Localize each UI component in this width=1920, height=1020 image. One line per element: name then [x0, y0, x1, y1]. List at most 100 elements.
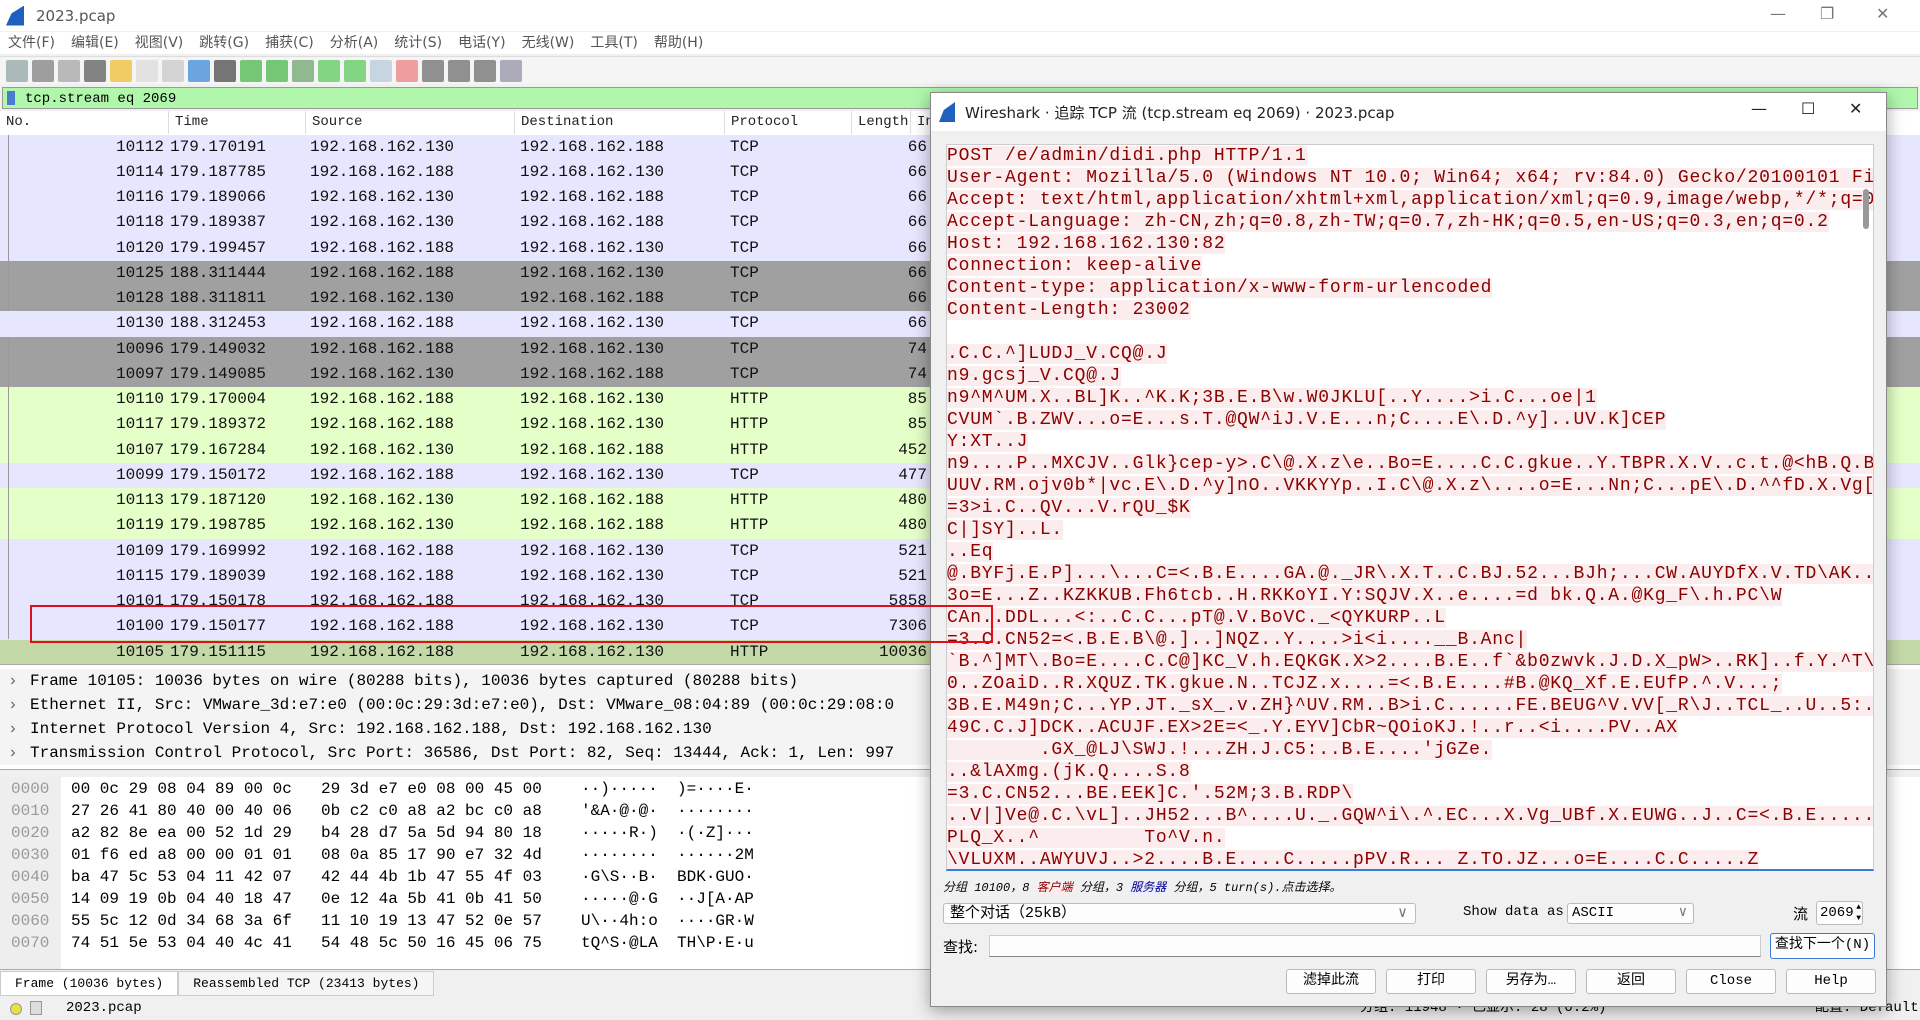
hex-bytes[interactable]: 00 0c 29 08 04 89 00 0c	[71, 778, 292, 800]
hex-bytes[interactable]: 08 0a 85 17 90 e7 32 4d	[321, 844, 542, 866]
cell-src: 192.168.162.130	[310, 213, 455, 232]
column-header-time[interactable]: Time	[169, 111, 306, 134]
hex-ascii[interactable]: '&A·@·@· ········	[581, 800, 754, 822]
hex-bytes[interactable]: 11 10 19 13 47 52 0e 57	[321, 910, 542, 932]
resize-columns-icon[interactable]	[500, 59, 522, 82]
hex-bytes[interactable]: 0b c2 c0 a8 a2 bc c0 a8	[321, 800, 542, 822]
dialog-close-button[interactable]: ✕	[1849, 99, 1862, 118]
expert-info-icon[interactable]	[10, 1003, 22, 1015]
menu-item[interactable]: 跳转(G)	[191, 32, 257, 54]
dialog-button-save-as[interactable]: 另存为…	[1486, 969, 1576, 994]
hex-bytes[interactable]: ba 47 5c 53 04 11 42 07	[71, 866, 292, 888]
column-header-no[interactable]: No.	[0, 111, 169, 134]
stream-content[interactable]: POST /e/admin/didi.php HTTP/1.1 User-Agen…	[946, 144, 1874, 871]
hex-bytes[interactable]: 27 26 41 80 40 00 40 06	[71, 800, 292, 822]
conversation-select[interactable]: 整个对话（25kB） ∨	[943, 903, 1416, 924]
menu-item[interactable]: 电话(Y)	[450, 32, 513, 54]
shark-start-icon[interactable]	[6, 59, 28, 82]
show-data-select[interactable]: ASCII ∨	[1567, 903, 1694, 924]
hex-bytes[interactable]: 29 3d e7 e0 08 00 45 00	[321, 778, 542, 800]
cell-time: 179.189039	[170, 566, 267, 585]
hex-bytes[interactable]: 74 51 5e 53 04 40 4c 41	[71, 932, 292, 954]
close-button[interactable]: ✕	[1876, 4, 1889, 23]
hex-bytes[interactable]: a2 82 8e ea 00 52 1d 29	[71, 822, 292, 844]
hex-ascii[interactable]: tQ^S·@LA TH\P·E·u	[581, 932, 754, 954]
find-icon[interactable]	[214, 59, 236, 82]
reload-icon[interactable]	[188, 59, 210, 82]
menu-item[interactable]: 无线(W)	[514, 32, 583, 54]
zoom-in-icon[interactable]	[422, 59, 444, 82]
cell-dst: 192.168.162.188	[520, 440, 665, 459]
back-arrow-icon[interactable]	[240, 59, 262, 82]
hex-bytes[interactable]: 01 f6 ed a8 00 00 01 01	[71, 844, 292, 866]
autoscroll-icon[interactable]	[370, 59, 392, 82]
column-header-length[interactable]: Length	[852, 111, 911, 134]
save-file-icon[interactable]	[136, 59, 158, 82]
hex-bytes[interactable]: 14 09 19 0b 04 40 18 47	[71, 888, 292, 910]
options-gear-icon[interactable]	[84, 59, 106, 82]
bookmark-icon[interactable]	[7, 91, 15, 105]
hex-ascii[interactable]: ·····R·) ·(·Z]···	[581, 822, 754, 844]
dialog-button-close[interactable]: Close	[1686, 969, 1776, 994]
menu-item[interactable]: 文件(F)	[0, 32, 63, 54]
menu-item[interactable]: 帮助(H)	[646, 32, 711, 54]
restart-icon[interactable]	[58, 59, 80, 82]
column-header-protocol[interactable]: Protocol	[725, 111, 852, 134]
find-next-button[interactable]: 查找下一个(N)	[1770, 933, 1875, 959]
column-header-source[interactable]: Source	[306, 111, 515, 134]
menu-item[interactable]: 分析(A)	[322, 32, 387, 54]
expand-chevron-icon[interactable]: ›	[8, 741, 18, 765]
minimize-button[interactable]: —	[1770, 4, 1786, 23]
first-packet-icon[interactable]	[318, 59, 340, 82]
find-input[interactable]	[989, 935, 1761, 957]
spinner-arrows-icon[interactable]: ▲ ▼	[1856, 902, 1861, 924]
dialog-button-print[interactable]: 打印	[1386, 969, 1476, 994]
hex-ascii[interactable]: ·····@·G ··J[A·AP	[581, 888, 754, 910]
column-header-destination[interactable]: Destination	[515, 111, 725, 134]
cell-src: 192.168.162.188	[310, 415, 455, 434]
dialog-maximize-button[interactable]: ☐	[1801, 99, 1815, 118]
capture-comment-icon[interactable]	[30, 1001, 42, 1015]
menu-item[interactable]: 统计(S)	[386, 32, 450, 54]
expand-chevron-icon[interactable]: ›	[8, 717, 18, 741]
hex-bytes[interactable]: 55 5c 12 0d 34 68 3a 6f	[71, 910, 292, 932]
last-packet-icon[interactable]	[344, 59, 366, 82]
cell-proto: TCP	[730, 162, 759, 181]
hex-bytes[interactable]: b4 28 d7 5a 5d 94 80 18	[321, 822, 542, 844]
dialog-button-filter-out[interactable]: 滤掉此流	[1286, 969, 1376, 994]
hex-bytes[interactable]: 42 44 4b 1b 47 55 4f 03	[321, 866, 542, 888]
tab-frame[interactable]: Frame (10036 bytes)	[0, 971, 179, 996]
close-file-icon[interactable]	[162, 59, 184, 82]
hex-ascii[interactable]: U\··4h:o ····GR·W	[581, 910, 754, 932]
hex-bytes[interactable]: 0e 12 4a 5b 41 0b 41 50	[321, 888, 542, 910]
stream-number-spinner[interactable]: 2069 ▲ ▼	[1816, 901, 1863, 925]
stop-icon[interactable]	[32, 59, 54, 82]
hex-ascii[interactable]: ··)····· )=····E·	[581, 778, 754, 800]
zoom-out-icon[interactable]	[448, 59, 470, 82]
menu-item[interactable]: 编辑(E)	[63, 32, 127, 54]
cell-len: 66	[907, 162, 927, 181]
dialog-button-back[interactable]: 返回	[1586, 969, 1676, 994]
client-text: Accept: text/html,application/xhtml+xml,…	[947, 190, 1873, 210]
menu-item[interactable]: 捕获(C)	[257, 32, 322, 54]
dialog-button-help[interactable]: Help	[1786, 969, 1876, 994]
goto-packet-icon[interactable]	[292, 59, 314, 82]
find-label: 查找:	[943, 938, 979, 956]
hex-bytes[interactable]: 54 48 5c 50 16 45 06 75	[321, 932, 542, 954]
expand-chevron-icon[interactable]: ›	[8, 693, 18, 717]
stream-scrollbar[interactable]	[1863, 189, 1869, 229]
expand-chevron-icon[interactable]: ›	[8, 669, 18, 693]
hex-offset: 0020	[11, 824, 50, 842]
menu-item[interactable]: 视图(V)	[127, 32, 192, 54]
dialog-minimize-button[interactable]: —	[1751, 99, 1767, 118]
tab-reassembled-tcp[interactable]: Reassembled TCP (23413 bytes)	[178, 971, 435, 996]
open-folder-icon[interactable]	[110, 59, 132, 82]
maximize-button[interactable]: ❐	[1820, 4, 1834, 23]
hex-ascii[interactable]: ·G\S··B· BDK·GUO·	[581, 866, 754, 888]
menu-item[interactable]: 工具(T)	[582, 32, 645, 54]
forward-arrow-icon[interactable]	[266, 59, 288, 82]
colorize-icon[interactable]	[396, 59, 418, 82]
zoom-reset-icon[interactable]	[474, 59, 496, 82]
hex-ascii[interactable]: ········ ······2M	[581, 844, 754, 866]
client-text: n9....P..MXCJV..Glk}cep-y>.C\@.X.z\e..Bo…	[947, 454, 1873, 474]
